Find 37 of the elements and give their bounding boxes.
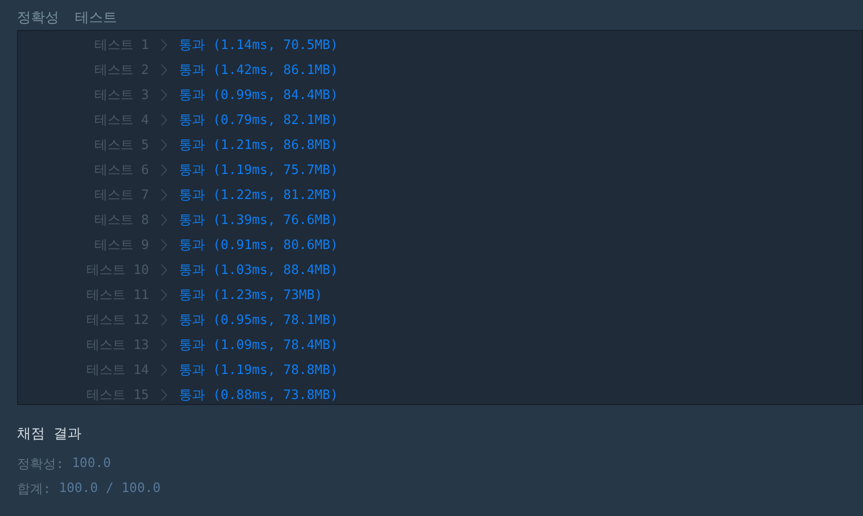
test-result: 통과 (1.14ms, 70.5MB) [179, 36, 338, 54]
chevron-icon [161, 138, 167, 150]
chevron-icon [161, 238, 167, 250]
chevron-icon [161, 214, 167, 226]
section-heading: 정확성 [17, 9, 59, 27]
test-result: 통과 (1.22ms, 81.2MB) [179, 186, 338, 204]
chevron-icon [161, 264, 167, 276]
chevron-icon [161, 388, 167, 400]
result-title: 채점 결과 [17, 425, 82, 443]
test-result: 통과 (1.21ms, 86.8MB) [179, 136, 338, 154]
test-result: 통과 (1.19ms, 78.8MB) [179, 362, 338, 378]
chevron-icon [161, 64, 167, 76]
test-result: 통과 (0.88ms, 73.8MB) [179, 386, 338, 404]
test-result: 통과 (0.91ms, 80.6MB) [179, 236, 338, 254]
test-result: 통과 (1.09ms, 78.4MB) [179, 336, 338, 354]
chevron-icon [161, 314, 167, 326]
section-heading: 테스트 [75, 9, 117, 27]
test-result: 통과 (1.19ms, 75.7MB) [179, 162, 338, 178]
test-result: 통과 (1.23ms, 73MB) [179, 286, 322, 304]
score-value: 100.0 [72, 456, 111, 471]
test-result: 통과 (0.95ms, 78.1MB) [179, 312, 338, 328]
test-result: 통과 (1.39ms, 76.6MB) [179, 212, 338, 228]
test-result: 통과 (1.03ms, 88.4MB) [179, 262, 338, 278]
test-result: 통과 (0.79ms, 82.1MB) [179, 112, 338, 128]
chevron-icon [161, 288, 167, 300]
score-label: 합계: [17, 480, 51, 498]
chevron-icon [161, 188, 167, 200]
test-result: 통과 (1.42ms, 86.1MB) [179, 62, 338, 78]
chevron-icon [161, 364, 167, 376]
test-result: 통과 (0.99ms, 84.4MB) [179, 86, 338, 104]
score-value: 100.0 / 100.0 [58, 481, 161, 496]
score-label: 정확성: [17, 456, 64, 472]
chevron-icon [161, 338, 167, 350]
chevron-icon [161, 114, 167, 126]
chevron-icon [161, 88, 167, 100]
chevron-icon [161, 38, 167, 50]
chevron-icon [161, 164, 167, 176]
